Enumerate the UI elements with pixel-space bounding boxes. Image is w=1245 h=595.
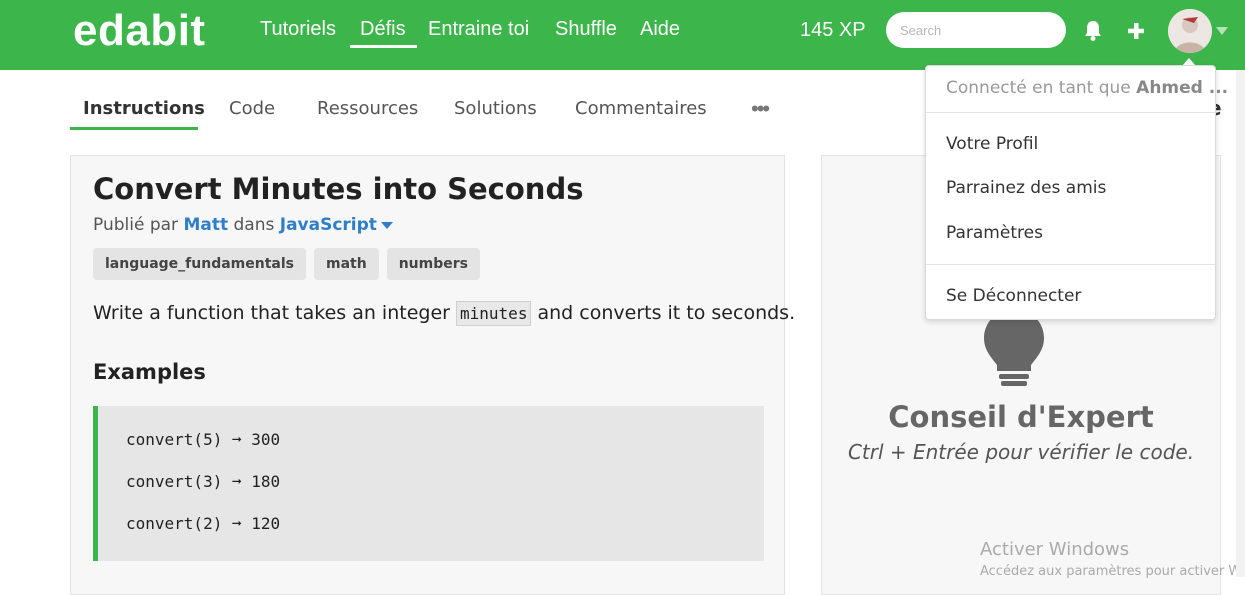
top-navbar: edabit Tutoriels Défis Entraine toi Shuf… [0,0,1245,70]
nav-active-underline [350,45,417,48]
plus-icon[interactable] [1126,20,1146,42]
tip-text: Ctrl + Entrée pour vérifier le code. [847,440,1195,464]
code-line: convert(3) ➞ 180 [126,472,281,491]
menu-divider [926,112,1215,113]
bell-icon[interactable] [1083,20,1103,42]
windows-activation-title: Activer Windows [980,539,1130,560]
more-options-icon[interactable]: ••• [751,96,770,122]
code-line: convert(5) ➞ 300 [126,430,281,449]
inline-code-minutes: minutes [456,301,532,326]
nav-tutorials[interactable]: Tutoriels [260,18,336,41]
language-dropdown[interactable]: JavaScript [280,215,393,235]
user-menu-dropdown: Connecté en tant que Ahmed ... Votre Pro… [925,65,1228,320]
description-text-before: Write a function that takes an integer [93,302,450,324]
challenge-description: Write a function that takes an integer m… [93,301,796,326]
menu-item-refer-friends[interactable]: Parrainez des amis [946,178,1106,198]
xp-counter: 145 XP [800,19,866,41]
nav-challenges[interactable]: Défis [360,18,406,41]
description-text-after: and converts it to seconds. [537,302,796,324]
menu-item-logout[interactable]: Se Déconnecter [946,286,1081,306]
caret-down-icon [380,221,393,229]
connected-as-text: Connecté en tant que [946,78,1131,98]
code-line: convert(2) ➞ 120 [126,514,281,533]
nav-help[interactable]: Aide [640,18,680,41]
in-label: dans [233,215,275,235]
tag-math[interactable]: math [313,248,379,280]
avatar[interactable] [1168,9,1212,53]
chevron-down-icon[interactable] [1216,27,1228,35]
active-tab-underline [70,127,198,130]
avatar-image [1168,9,1212,53]
tab-instructions[interactable]: Instructions [83,98,205,119]
tab-resources[interactable]: Ressources [317,98,418,119]
tip-heading: Conseil d'Expert [888,400,1154,434]
nav-practice[interactable]: Entraine toi [428,18,529,41]
language-label: JavaScript [279,215,377,235]
edabit-logo[interactable]: edabit [73,6,206,56]
tab-solutions[interactable]: Solutions [454,98,537,119]
tag-list: language_fundamentals math numbers [93,248,480,280]
examples-code-block: convert(5) ➞ 300 convert(3) ➞ 180 conver… [93,406,764,561]
tag-language-fundamentals[interactable]: language_fundamentals [93,248,306,280]
menu-divider [926,264,1215,265]
tab-comments[interactable]: Commentaires [575,98,707,119]
tab-code[interactable]: Code [229,98,275,119]
challenge-byline: Publié par Matt dans JavaScript [93,215,393,235]
menu-item-profile[interactable]: Votre Profil [946,134,1038,154]
examples-heading: Examples [93,360,206,384]
menu-item-settings[interactable]: Paramètres [946,223,1043,243]
challenge-title: Convert Minutes into Seconds [93,172,584,206]
search-input[interactable] [886,12,1066,48]
published-by-label: Publié par [93,215,179,235]
connected-as-label: Connecté en tant que Ahmed ... [946,78,1228,98]
nav-shuffle[interactable]: Shuffle [555,18,617,41]
author-link[interactable]: Matt [183,215,228,235]
username: Ahmed ... [1136,78,1229,98]
tag-numbers[interactable]: numbers [386,248,480,280]
page-scrollbar[interactable] [1236,70,1245,577]
